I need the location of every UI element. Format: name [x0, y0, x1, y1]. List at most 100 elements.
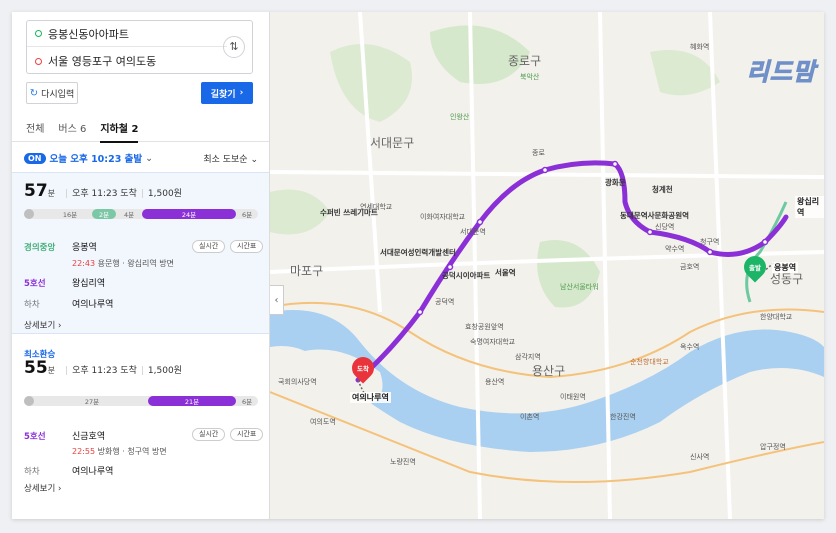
departure-time[interactable]: 오늘 오후 10:23 출발 — [50, 151, 143, 165]
segment-walk-end: 6분 — [241, 211, 253, 219]
place-label: 혜화역 — [690, 43, 710, 51]
place-label: 남산서울타워 — [560, 283, 599, 291]
station-label-yeouinaru[interactable]: 여의나루역 — [350, 392, 391, 403]
place-label: 숙명여자대학교 — [470, 338, 516, 346]
station-name: 여의나루역 — [72, 300, 114, 310]
destination-field[interactable]: 서울 영등포구 여의도동 — [27, 48, 227, 74]
origin-text: 응봉신동아아파트 — [48, 27, 129, 41]
train-direction: 용문행 · 왕십리역 방면 — [97, 259, 175, 268]
place-label: 이화여자대학교 — [420, 213, 466, 221]
station-name: 신금호역 — [72, 432, 106, 442]
find-route-button[interactable]: 길찾기 › — [201, 82, 253, 104]
station-name: 여의나루역 — [72, 467, 114, 477]
step-alight: 하차 여의나루역 — [24, 464, 258, 478]
timetable-button[interactable]: 시간표 — [230, 428, 264, 441]
station-name: 응봉역 — [72, 243, 97, 253]
place-label: 여의도역 — [310, 418, 336, 426]
route-card-2[interactable]: 최소환승 55 분 | 오후 11:23 도착 | 1,500원 27분 21분… — [12, 342, 269, 494]
station-label-wangsimni[interactable]: 왕십리역 — [795, 196, 824, 218]
reset-button[interactable]: ↻ 다시입력 — [26, 82, 78, 104]
station-label-eungbong[interactable]: 응봉역 — [772, 262, 799, 273]
place-label: 효창공원앞역 — [465, 323, 504, 331]
departure-time-bar: ON 오늘 오후 10:23 출발 ⌄ 최소 도보순 ⌄ — [24, 150, 258, 166]
on-toggle[interactable]: ON — [24, 152, 46, 164]
place-label: 압구정역 — [760, 443, 786, 451]
walk-icon — [24, 396, 34, 406]
route-summary: 55 분 | 오후 11:23 도착 | 1,500원 — [24, 358, 182, 378]
map-canvas — [270, 12, 824, 519]
origin-field[interactable]: 응봉신동아아파트 — [27, 21, 227, 47]
directions-panel: 응봉신동아아파트 서울 영등포구 여의도동 ⇅ ↻ 다시입력 길찾기 › 전체 … — [12, 12, 270, 519]
line-label: 경의중앙 — [24, 242, 56, 253]
tab-all[interactable]: 전체 — [26, 120, 44, 141]
train-info: 22:43 용문행 · 왕십리역 방면 — [72, 258, 174, 269]
sort-label: 최소 도보순 — [203, 154, 248, 165]
train-info: 22:55 방화행 · 청구역 방면 — [72, 446, 167, 457]
route-card-1[interactable]: 57 분 | 오후 11:23 도착 | 1,500원 16분 2분 4분 24… — [12, 172, 269, 334]
chevron-right-icon: › — [239, 88, 244, 98]
sort-dropdown[interactable]: 최소 도보순 ⌄ — [203, 152, 258, 165]
place-label: 삼각지역 — [515, 353, 541, 361]
route-fare: 1,500원 — [147, 366, 182, 376]
map-view[interactable]: 리드맘 종로구 서대문구 용산구 성동구 마포구 북악산 인왕산 남산서울타워 … — [270, 12, 824, 519]
place-label: 서울역 — [495, 268, 516, 277]
refresh-icon: ↻ — [29, 87, 39, 99]
district-label: 종로구 — [508, 54, 542, 68]
timetable-button[interactable]: 시간표 — [230, 240, 264, 253]
place-label: 이촌역 — [520, 413, 540, 421]
walk-icon — [24, 209, 34, 219]
place-label: 신당역 — [655, 223, 675, 231]
line-label: 5호선 — [24, 431, 46, 442]
destination-dot-icon — [35, 57, 42, 65]
route-summary: 57 분 | 오후 11:23 도착 | 1,500원 — [24, 181, 182, 201]
place-label: 금호역 — [680, 263, 700, 271]
district-label: 서대문구 — [370, 136, 415, 150]
tab-bus[interactable]: 버스 6 — [58, 120, 86, 141]
place-label: 용산역 — [485, 378, 505, 386]
place-label: 신사역 — [690, 453, 710, 461]
district-label: 용산구 — [532, 364, 566, 378]
place-label: 한양대학교 — [760, 313, 793, 321]
chevron-down-icon[interactable]: ⌄ — [145, 153, 153, 164]
route-unit: 분 — [47, 189, 56, 198]
segment-walk: 16분 — [62, 211, 78, 219]
place-label: 청계천 — [652, 185, 673, 194]
train-time: 22:55 — [72, 447, 96, 456]
place-label: 옥수역 — [680, 343, 700, 351]
detail-label: 상세보기 — [24, 321, 56, 331]
detail-link[interactable]: 상세보기 › — [24, 319, 61, 331]
origin-dot-icon — [35, 30, 42, 37]
segment-bar: 27분 21분 6분 — [24, 396, 258, 406]
place-label: 북악산 — [520, 73, 540, 81]
start-pin-label: 출발 — [749, 264, 761, 272]
place-label: 종로 — [532, 149, 545, 157]
segment-line5: 24분 — [142, 209, 236, 219]
place-label: 광화문 — [605, 178, 626, 187]
route-search-box: 응봉신동아아파트 서울 영등포구 여의도동 ⇅ — [26, 20, 253, 74]
segment-bar: 16분 2분 4분 24분 6분 — [24, 209, 258, 219]
segment-line5: 21분 — [148, 396, 236, 406]
transport-tabs: 전체 버스 6 지하철 2 — [12, 120, 269, 143]
find-label: 길찾기 — [210, 89, 236, 100]
place-label: 청구역 — [700, 238, 720, 246]
place-label: 약수역 — [665, 245, 685, 253]
swap-icon[interactable]: ⇅ — [223, 36, 245, 58]
poi-label: 서대문여성인력개발센터 — [380, 248, 456, 257]
place-label: 이태원역 — [560, 393, 586, 401]
route-arrival: 오후 11:23 도착 — [72, 366, 137, 376]
place-label: 공덕역 — [435, 298, 455, 306]
collapse-panel-button[interactable]: ‹ — [270, 285, 284, 315]
place-label: 서대문역 — [460, 228, 486, 236]
line-label: 5호선 — [24, 278, 46, 289]
route-minutes: 57 — [24, 181, 48, 201]
realtime-button[interactable]: 실시간 — [192, 240, 226, 253]
station-name: 왕십리역 — [72, 279, 106, 289]
route-minutes: 55 — [24, 358, 48, 378]
route-unit: 분 — [47, 366, 56, 375]
tab-subway[interactable]: 지하철 2 — [100, 120, 139, 143]
step-alight: 하차 여의나루역 — [24, 297, 258, 311]
watermark-logo: 리드맘 — [746, 58, 816, 87]
detail-link[interactable]: 상세보기 › — [24, 482, 61, 494]
segment-transfer: 4분 — [123, 211, 135, 219]
realtime-button[interactable]: 실시간 — [192, 428, 226, 441]
